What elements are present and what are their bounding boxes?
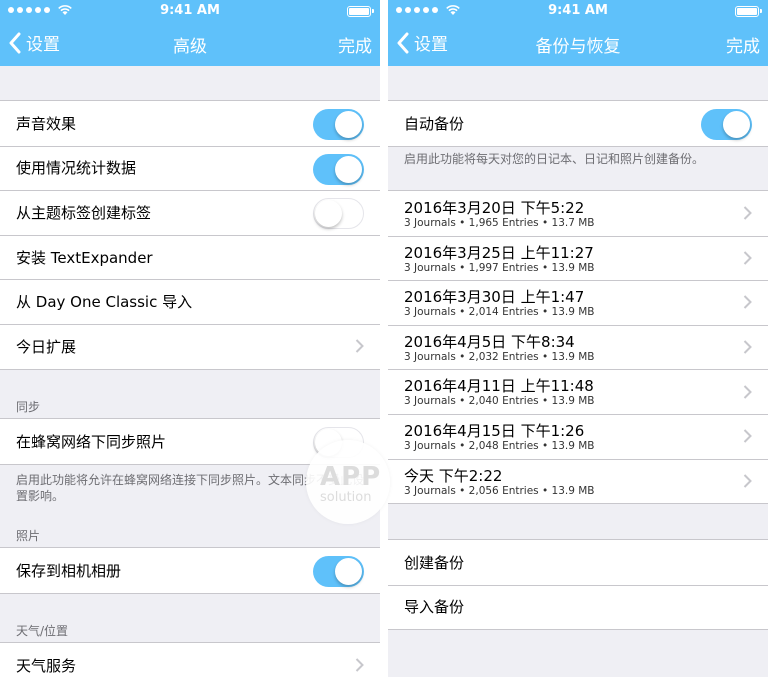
settings-row-today-extension[interactable]: 今日扩展 bbox=[0, 323, 380, 369]
settings-row-save-to-camera-roll: 保存到相机相册 bbox=[0, 548, 380, 593]
settings-row-hashtag-tags: 从主题标签创建标签 bbox=[0, 190, 380, 235]
backup-row[interactable]: 2016年3月20日 下午5:22 3 Journals • 1,965 Ent… bbox=[388, 191, 768, 236]
auto-backup-group: 自动备份 bbox=[388, 100, 768, 147]
backup-detail: 3 Journals • 2,040 Entries • 13.9 MB bbox=[404, 395, 595, 408]
backup-row[interactable]: 2016年3月30日 上午1:47 3 Journals • 2,014 Ent… bbox=[388, 280, 768, 325]
backup-detail: 3 Journals • 2,032 Entries • 13.9 MB bbox=[404, 350, 595, 363]
done-button[interactable]: 完成 bbox=[726, 32, 760, 57]
backup-row[interactable]: 2016年4月15日 下午1:26 3 Journals • 2,048 Ent… bbox=[388, 413, 768, 459]
backup-detail: 3 Journals • 1,997 Entries • 13.9 MB bbox=[404, 261, 595, 274]
create-backup-button[interactable]: 创建备份 bbox=[388, 540, 768, 585]
photos-group: 保存到相机相册 bbox=[0, 547, 380, 594]
row-label: 创建备份 bbox=[404, 553, 465, 572]
watermark-subtext: solution bbox=[320, 490, 372, 505]
auto-backup-footer-note: 启用此功能将每天对您的日记本、日记和照片创建备份。 bbox=[404, 152, 705, 166]
weather-group: 天气服务 bbox=[0, 642, 380, 677]
navigation-bar: 9:41 AM 设置 备份与恢复 完成 bbox=[388, 0, 768, 66]
backup-date: 2016年4月15日 下午1:26 bbox=[404, 421, 585, 440]
backup-actions-group: 创建备份 导入备份 bbox=[388, 539, 768, 631]
row-label: 今日扩展 bbox=[16, 337, 77, 356]
advanced-settings-screen: 9:41 AM 设置 高级 完成 声音效果 使用情况统计数据 从主题标签创建标签… bbox=[0, 0, 380, 677]
chevron-right-icon bbox=[743, 295, 752, 310]
save-to-camera-roll-toggle[interactable] bbox=[313, 556, 364, 587]
general-settings-group: 声音效果 使用情况统计数据 从主题标签创建标签 安装 TextExpander … bbox=[0, 100, 380, 370]
backup-row[interactable]: 今天 下午2:22 3 Journals • 2,056 Entries • 1… bbox=[388, 458, 768, 504]
settings-row-weather-service[interactable]: 天气服务 bbox=[0, 643, 380, 677]
chevron-left-icon bbox=[9, 32, 21, 53]
backup-detail: 3 Journals • 2,014 Entries • 13.9 MB bbox=[404, 306, 595, 319]
done-button[interactable]: 完成 bbox=[338, 32, 372, 57]
status-time: 9:41 AM bbox=[160, 3, 220, 18]
page-title: 备份与恢复 bbox=[535, 37, 621, 57]
backup-restore-screen: 9:41 AM 设置 备份与恢复 完成 自动备份 启用此功能将每天对您的日记本、… bbox=[388, 0, 768, 677]
backup-date: 2016年3月30日 上午1:47 bbox=[404, 288, 585, 307]
backup-detail: 3 Journals • 2,048 Entries • 13.9 MB bbox=[404, 439, 595, 452]
backup-detail: 3 Journals • 1,965 Entries • 13.7 MB bbox=[404, 217, 595, 229]
row-label: 从 Day One Classic 导入 bbox=[16, 293, 193, 312]
back-label: 设置 bbox=[26, 35, 60, 55]
backup-date: 2016年4月5日 下午8:34 bbox=[404, 332, 575, 351]
backup-row[interactable]: 2016年3月25日 上午11:27 3 Journals • 1,997 En… bbox=[388, 235, 768, 281]
chevron-right-icon bbox=[743, 384, 752, 399]
settings-row-usage-statistics: 使用情况统计数据 bbox=[0, 145, 380, 191]
watermark-text: APP bbox=[320, 462, 382, 492]
backup-row[interactable]: 2016年4月5日 下午8:34 3 Journals • 2,032 Entr… bbox=[388, 324, 768, 370]
import-backup-button[interactable]: 导入备份 bbox=[388, 584, 768, 630]
battery-icon bbox=[347, 6, 374, 17]
row-label: 安装 TextExpander bbox=[16, 248, 153, 267]
watermark-logo: APP solution bbox=[306, 440, 390, 524]
chevron-right-icon bbox=[743, 474, 752, 488]
section-header-photos: 照片 bbox=[16, 529, 41, 543]
chevron-right-icon bbox=[743, 340, 752, 354]
usage-statistics-toggle[interactable] bbox=[313, 153, 364, 185]
chevron-right-icon bbox=[743, 429, 752, 443]
chevron-right-icon bbox=[355, 339, 364, 353]
backup-date: 2016年3月25日 上午11:27 bbox=[404, 243, 594, 262]
back-label: 设置 bbox=[414, 35, 448, 55]
settings-row-sound-effects: 声音效果 bbox=[0, 101, 380, 146]
navigation-bar: 9:41 AM 设置 高级 完成 bbox=[0, 0, 380, 66]
sound-effects-toggle[interactable] bbox=[313, 109, 364, 140]
battery-icon bbox=[735, 6, 762, 17]
row-label: 导入备份 bbox=[404, 598, 465, 617]
chevron-right-icon bbox=[355, 658, 364, 673]
settings-row-import-classic[interactable]: 从 Day One Classic 导入 bbox=[0, 279, 380, 324]
hashtag-tags-toggle[interactable] bbox=[313, 198, 364, 230]
row-label: 天气服务 bbox=[16, 656, 77, 675]
status-bar: 9:41 AM bbox=[388, 0, 768, 22]
backup-date: 今天 下午2:22 bbox=[404, 466, 503, 485]
back-button[interactable]: 设置 bbox=[396, 30, 448, 55]
page-title: 高级 bbox=[173, 37, 207, 57]
settings-row-install-textexpander[interactable]: 安装 TextExpander bbox=[0, 234, 380, 280]
section-header-weather: 天气/位置 bbox=[16, 624, 69, 638]
settings-row-auto-backup: 自动备份 bbox=[388, 101, 768, 146]
chevron-right-icon bbox=[743, 251, 752, 265]
backup-list: 2016年3月20日 下午5:22 3 Journals • 1,965 Ent… bbox=[388, 190, 768, 505]
status-time: 9:41 AM bbox=[548, 3, 608, 18]
auto-backup-toggle[interactable] bbox=[701, 109, 752, 140]
chevron-left-icon bbox=[397, 32, 409, 53]
backup-detail: 3 Journals • 2,056 Entries • 13.9 MB bbox=[404, 484, 595, 497]
chevron-right-icon bbox=[743, 206, 752, 221]
back-button[interactable]: 设置 bbox=[8, 30, 60, 55]
section-header-sync: 同步 bbox=[16, 400, 41, 414]
status-bar: 9:41 AM bbox=[0, 0, 380, 22]
backup-date: 2016年3月20日 下午5:22 bbox=[404, 199, 585, 217]
backup-date: 2016年4月11日 上午11:48 bbox=[404, 377, 594, 396]
backup-row[interactable]: 2016年4月11日 上午11:48 3 Journals • 2,040 En… bbox=[388, 369, 768, 414]
